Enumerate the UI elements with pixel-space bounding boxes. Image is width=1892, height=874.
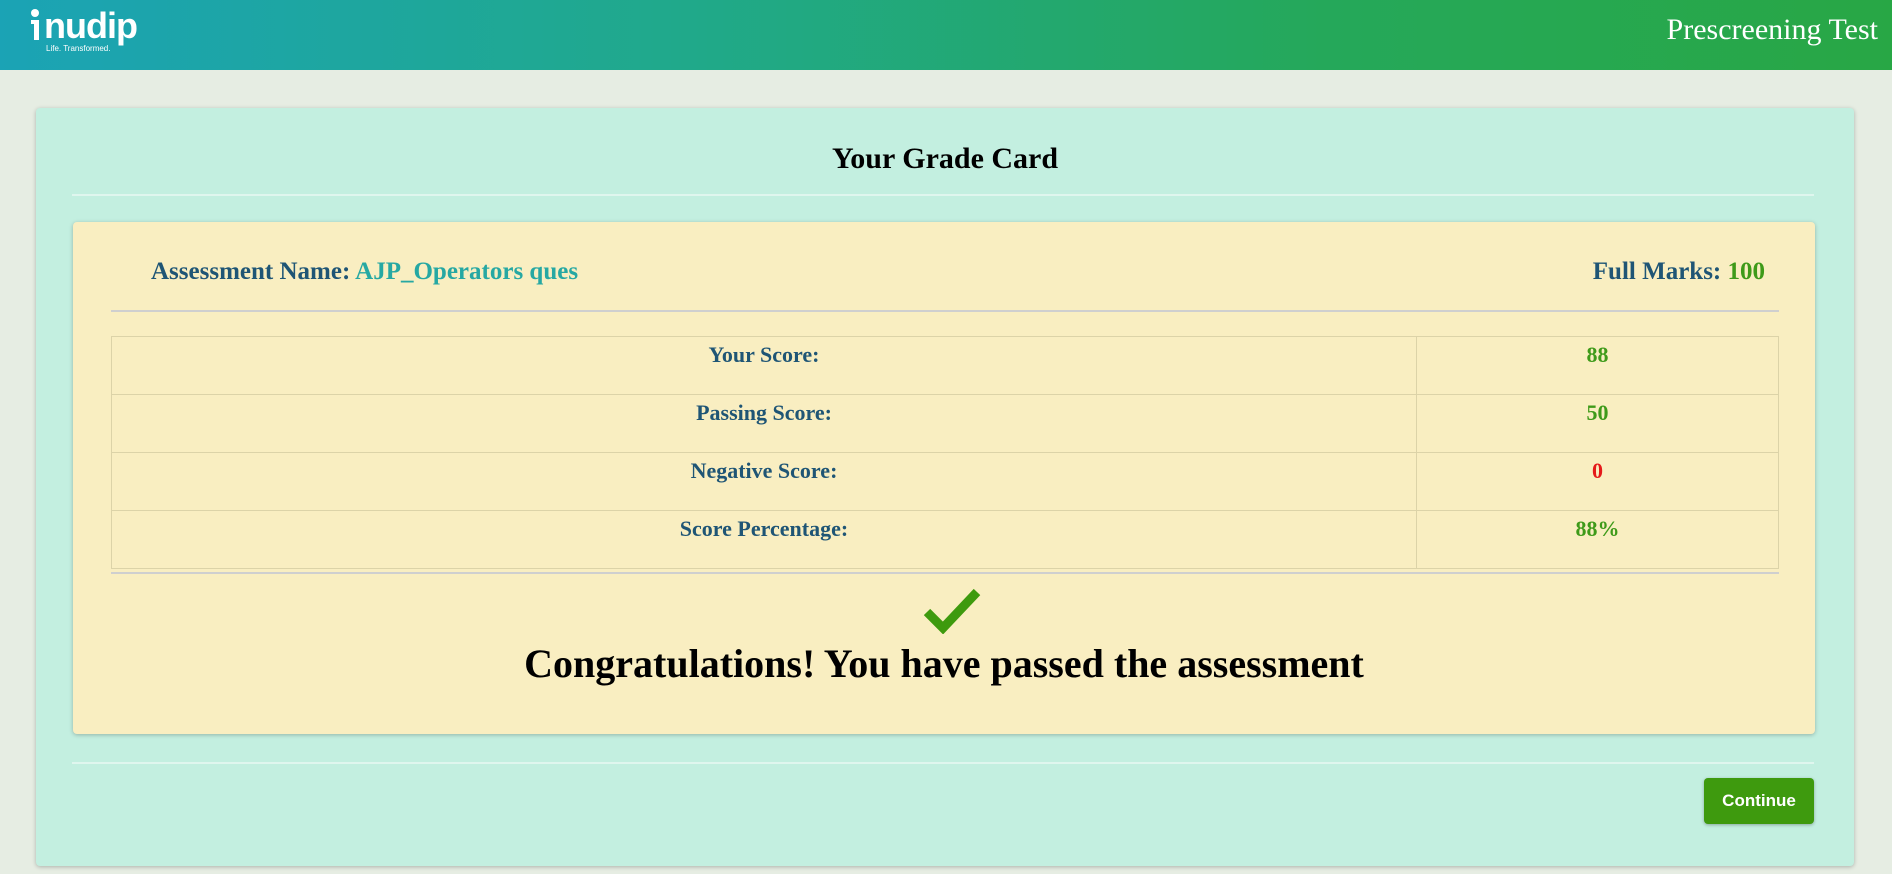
anudip-logo[interactable]: nudip Life. Transformed.: [28, 4, 148, 60]
continue-button[interactable]: Continue: [1704, 778, 1814, 824]
score-table: Your Score: 88 Passing Score: 50 Negativ…: [111, 336, 1779, 569]
grade-card-panel: Your Grade Card Assessment Name: AJP_Ope…: [36, 108, 1854, 866]
result-summary-card: Assessment Name: AJP_Operators ques Full…: [73, 222, 1815, 734]
full-marks-row: Full Marks: 100: [1593, 258, 1765, 286]
check-icon: [923, 588, 981, 634]
table-row: Score Percentage: 88%: [111, 510, 1779, 569]
your-score-value: 88: [1416, 336, 1779, 395]
negative-score-value: 0: [1416, 452, 1779, 511]
passing-score-value: 50: [1416, 394, 1779, 453]
divider: [111, 572, 1779, 574]
logo-tagline: Life. Transformed.: [46, 44, 111, 53]
divider: [72, 194, 1814, 196]
full-marks-value: 100: [1727, 258, 1766, 285]
full-marks-label: Full Marks:: [1592, 258, 1722, 285]
score-percentage-label: Score Percentage:: [111, 510, 1417, 569]
logo-text: nudip: [44, 5, 138, 46]
divider: [72, 762, 1814, 764]
table-row: Your Score: 88: [111, 336, 1779, 395]
page-title: Prescreening Test: [1666, 13, 1878, 46]
assessment-name-label: Assessment Name:: [151, 258, 351, 285]
header-bar: nudip Life. Transformed. Prescreening Te…: [0, 0, 1892, 70]
logo-person-icon: [31, 9, 39, 40]
score-percentage-value: 88%: [1416, 510, 1779, 569]
table-row: Passing Score: 50: [111, 394, 1779, 453]
grade-card-title: Your Grade Card: [831, 142, 1059, 175]
assessment-name-row: Assessment Name: AJP_Operators ques: [151, 258, 578, 286]
assessment-name-value: AJP_Operators ques: [355, 258, 579, 285]
negative-score-label: Negative Score:: [111, 452, 1417, 511]
result-message: Congratulations! You have passed the ass…: [524, 641, 1364, 686]
your-score-label: Your Score:: [111, 336, 1417, 395]
divider: [111, 310, 1779, 312]
passing-score-label: Passing Score:: [111, 394, 1417, 453]
table-row: Negative Score: 0: [111, 452, 1779, 511]
